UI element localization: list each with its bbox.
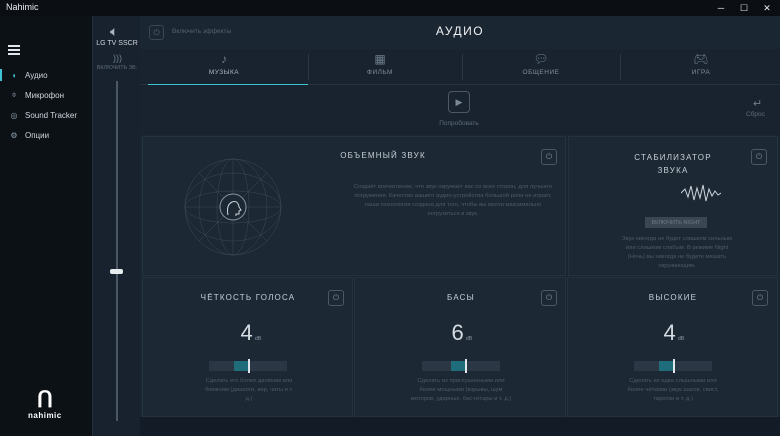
title-bar: Nahimic ─ ☐ ✕	[0, 0, 780, 16]
treble-value: 4 dB	[663, 320, 685, 345]
treble-description: Сделать их едва слышными или более чётки…	[627, 378, 719, 402]
sidebar-item-label: Опции	[25, 130, 50, 140]
voice-clarity-panel: ЧЁТКОСТЬ ГОЛОСА ⏻ 4 dB Сделать его более …	[142, 277, 353, 417]
bass-slider-knob[interactable]	[465, 359, 467, 373]
play-icon: ▶	[455, 96, 463, 107]
surround-panel: ОБЪЕМНЫЙ ЗВУК ⏻ Создаёт впечатление, что…	[142, 136, 566, 276]
try-label: Попробовать	[439, 120, 479, 127]
maximize-button[interactable]: ☐	[733, 0, 755, 16]
profile-tabs: ♪ МУЗЫКА ▦ ФИЛЬМ 💬︎ ОБЩЕНИЕ 🎮︎ ИГРА	[140, 49, 780, 87]
sidebar-item-label: Микрофон	[25, 90, 64, 100]
treble-slider-knob[interactable]	[673, 359, 675, 373]
music-note-icon: ♪	[221, 52, 227, 66]
voice-clarity-description: Сделать его более далёким или ближним (д…	[204, 378, 294, 402]
sidebar-item-sound-tracker[interactable]: ◎ Sound Tracker	[0, 106, 92, 124]
options-icon: ⚙	[10, 130, 18, 140]
device-name[interactable]: LG TV SSCR	[93, 40, 141, 47]
treble-power-icon[interactable]: ⏻	[752, 290, 768, 306]
sidebar: ◖ Аудио ⌽ Микрофон ◎ Sound Tracker ⚙ Опц…	[0, 16, 92, 436]
sidebar-item-label: Sound Tracker	[25, 110, 78, 120]
tab-communication[interactable]: 💬︎ ОБЩЕНИЕ	[465, 49, 617, 85]
surround-title: ОБЪЕМНЫЙ ЗВУК	[340, 151, 426, 160]
voice-clarity-power-icon[interactable]: ⏻	[328, 290, 344, 306]
action-row: ▶ Попробовать ↵ Сброс	[140, 85, 780, 135]
volume-slider-thumb[interactable]	[110, 269, 123, 274]
close-button[interactable]: ✕	[756, 0, 778, 16]
surround-power-icon[interactable]: ⏻	[541, 149, 557, 165]
treble-slider-fill	[659, 361, 673, 371]
voice-clarity-slider[interactable]	[209, 359, 287, 373]
sidebar-item-options[interactable]: ⚙ Опции	[0, 126, 92, 144]
audio-icon: ◖	[11, 70, 17, 80]
bass-slider-fill	[451, 361, 465, 371]
film-icon: ▦	[374, 52, 386, 66]
try-play-button[interactable]: ▶	[448, 91, 470, 113]
device-sublabel: ВКЛЮЧИТЬ ЗВ.	[96, 65, 138, 71]
window-title: Nahimic	[6, 2, 39, 12]
waveform-icon	[681, 184, 721, 202]
sidebar-item-label: Аудио	[25, 70, 48, 80]
hamburger-menu-icon[interactable]	[8, 45, 20, 57]
bass-description: Сделать их приглушенными или более мощны…	[410, 378, 512, 402]
stabilizer-panel: СТАБИЛИЗАТОР ЗВУКА ⏻ ВКЛЮЧИТЬ NIGHT Звук…	[568, 136, 778, 276]
chat-icon: 💬︎	[533, 52, 549, 66]
volume-slider-track[interactable]	[116, 81, 118, 421]
app-window: Nahimic ─ ☐ ✕ ◖ Аудио ⌽ Микрофон ◎ Sound…	[0, 0, 780, 436]
surround-sphere-graphic	[184, 158, 282, 256]
gamepad-icon: 🎮︎	[693, 52, 709, 66]
minimize-button[interactable]: ─	[710, 0, 732, 16]
treble-panel: ВЫСОКИЕ ⏻ 4 dB Сделать их едва слышными и…	[567, 277, 778, 417]
voice-clarity-slider-fill	[234, 361, 248, 371]
voice-clarity-value: 4 dB	[240, 320, 262, 345]
reset-icon[interactable]: ↵	[753, 97, 762, 110]
nahimic-logo-icon: ᑎ	[36, 387, 53, 412]
sidebar-item-audio[interactable]: ◖ Аудио	[0, 66, 92, 84]
page-title: АУДИО	[435, 24, 485, 38]
bottom-strip	[140, 417, 780, 436]
bass-power-icon[interactable]: ⏻	[541, 290, 557, 306]
device-column: 🔈︎ LG TV SSCR ))) ВКЛЮЧИТЬ ЗВ.	[92, 16, 140, 436]
tab-game[interactable]: 🎮︎ ИГРА	[625, 49, 777, 85]
sidebar-item-microphone[interactable]: ⌽ Микрофон	[0, 86, 92, 104]
stabilizer-description: Звук никогда не будет слишком сильным ил…	[622, 236, 732, 269]
stabilizer-power-icon[interactable]: ⏻	[751, 149, 767, 165]
main-content: ⏻ Включить эффекты АУДИО ♪ МУЗЫКА ▦ ФИЛЬ…	[140, 16, 780, 436]
tab-film[interactable]: ▦ ФИЛЬМ	[304, 49, 456, 85]
bass-panel: БАСЫ ⏻ 6 dB Сделать их приглушенными или …	[354, 277, 566, 417]
reset-label[interactable]: Сброс	[746, 111, 765, 118]
tab-music[interactable]: ♪ МУЗЫКА	[148, 49, 308, 87]
microphone-icon: ⌽	[11, 90, 17, 99]
treble-title: ВЫСОКИЕ	[648, 293, 698, 302]
treble-slider[interactable]	[634, 359, 712, 373]
stabilizer-title: СТАБИЛИЗАТОР ЗВУКА	[634, 153, 712, 175]
night-mode-button[interactable]: ВКЛЮЧИТЬ NIGHT	[645, 217, 707, 228]
nahimic-logo: ᑎ nahimic	[28, 387, 62, 421]
bass-slider[interactable]	[422, 359, 500, 373]
sound-tracker-icon: ◎	[10, 110, 18, 120]
bass-value: 6 dB	[451, 320, 473, 345]
sound-wave-icon: )))	[113, 53, 122, 63]
speaker-icon: 🔈︎	[110, 23, 119, 39]
bass-title: БАСЫ	[447, 293, 475, 302]
voice-clarity-title: ЧЁТКОСТЬ ГОЛОСА	[200, 293, 296, 302]
surround-description: Создаёт впечатление, что звук окружает в…	[353, 184, 553, 217]
voice-clarity-slider-knob[interactable]	[248, 359, 250, 373]
